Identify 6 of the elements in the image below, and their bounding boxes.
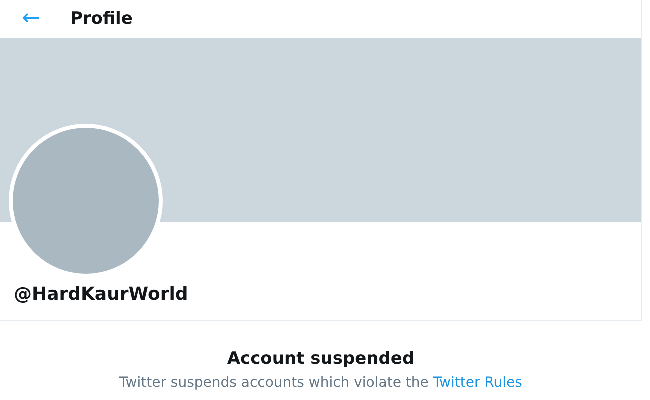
page-title: Profile <box>70 9 133 29</box>
notice-title: Account suspended <box>227 349 415 369</box>
back-button[interactable]: ← <box>18 8 44 30</box>
rules-link[interactable]: Twitter Rules <box>433 375 522 391</box>
profile-handle: @HardKaurWorld <box>14 284 190 307</box>
notice-text: Twitter suspends accounts which violate the Twitter Rules <box>120 375 522 392</box>
